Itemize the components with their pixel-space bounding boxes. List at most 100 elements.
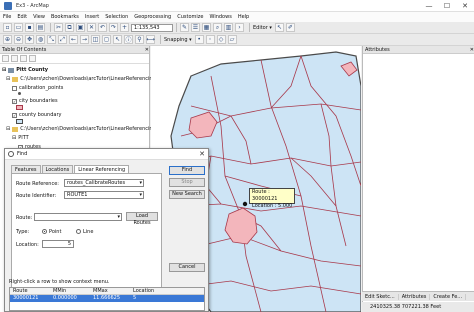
search-icon[interactable]: ⌕ <box>213 23 222 32</box>
menu-bookmarks[interactable]: Bookmarks <box>48 14 82 20</box>
line-radio[interactable] <box>76 229 81 234</box>
add-data-icon[interactable]: + <box>120 23 129 32</box>
route-identifier-select[interactable]: ROUTE1 ▾ <box>64 191 144 199</box>
layer-visibility-checkbox[interactable]: ✓ <box>12 98 17 104</box>
snap-vertex-icon[interactable]: ◇ <box>216 35 226 44</box>
map-scale-input[interactable]: 1:135,543 <box>131 23 173 32</box>
clear-selection-icon[interactable]: ◻ <box>102 35 111 44</box>
list-by-selection-icon[interactable] <box>29 55 36 62</box>
redo-icon[interactable]: ↷ <box>109 23 118 32</box>
list-by-visibility-icon[interactable] <box>20 55 27 62</box>
attributes-close-icon[interactable]: ✕ <box>470 46 474 53</box>
cancel-button[interactable]: Cancel <box>169 263 205 272</box>
column-header-mmax[interactable]: MMax <box>90 288 130 294</box>
toc-icon[interactable]: ☰ <box>191 23 200 32</box>
fixed-zoom-in-icon[interactable]: ⤡ <box>47 35 56 44</box>
paste-icon[interactable]: ▣ <box>76 23 85 32</box>
next-extent-icon[interactable]: → <box>80 35 89 44</box>
fixed-zoom-out-icon[interactable]: ⤢ <box>58 35 67 44</box>
point-radio[interactable] <box>42 229 47 234</box>
measure-icon[interactable]: ⟷ <box>146 35 155 44</box>
attributes-title: Attributes <box>365 47 390 53</box>
find-icon[interactable]: ⚲ <box>135 35 144 44</box>
undo-icon[interactable]: ↶ <box>98 23 107 32</box>
toc-group-pitt[interactable]: ⊟ PITT <box>12 135 29 141</box>
menu-geoprocessing[interactable]: Geoprocessing <box>131 14 174 20</box>
minimize-icon[interactable]: — <box>420 0 438 12</box>
menu-file[interactable]: File <box>0 14 14 20</box>
cell-mmin: 0.000000 <box>53 295 77 301</box>
tab-edit-sketch[interactable]: Edit Sketc... <box>362 293 399 300</box>
route-identifier-label: Route Identifier: <box>16 193 57 199</box>
column-header-route[interactable]: Route <box>10 288 50 294</box>
maximize-icon[interactable]: ☐ <box>438 0 456 12</box>
find-dialog-title-bar[interactable]: Find <box>5 149 208 160</box>
catalog-icon[interactable]: ▦ <box>202 23 211 32</box>
located-route-point[interactable] <box>242 201 248 207</box>
menu-selection[interactable]: Selection <box>102 14 131 20</box>
layer-visibility-checkbox[interactable] <box>12 85 17 91</box>
layer-visibility-checkbox[interactable]: ✓ <box>12 112 17 118</box>
identify-icon[interactable]: ⓘ <box>124 35 133 44</box>
snapping-menu[interactable]: Snapping ▾ <box>164 37 192 43</box>
column-header-mmin[interactable]: MMin <box>50 288 90 294</box>
close-icon[interactable]: ✕ <box>456 0 474 12</box>
toc-source-folder[interactable]: ⊟ C:\Users\zchen\Downloads\arcTutor\Line… <box>6 126 153 132</box>
new-document-icon[interactable]: ▫ <box>3 23 12 32</box>
toc-source-folder[interactable]: ⊟ C:\Users\zchen\Downloads\arcTutor\Line… <box>6 76 153 82</box>
expand-icon[interactable]: ⊟ <box>6 126 10 132</box>
table-row[interactable]: 30000121 0.000000 11.666625 5 <box>10 295 204 302</box>
menu-help[interactable]: Help <box>235 14 252 20</box>
full-extent-icon[interactable]: ◍ <box>36 35 45 44</box>
zoom-in-icon[interactable]: ⊕ <box>3 35 12 44</box>
toc-layer-county-boundary[interactable]: ✓ county boundary <box>12 112 61 118</box>
menu-customize[interactable]: Customize <box>174 14 206 20</box>
print-icon[interactable]: ▤ <box>36 23 45 32</box>
zoom-out-icon[interactable]: ⊖ <box>14 35 23 44</box>
previous-extent-icon[interactable]: ← <box>69 35 78 44</box>
menu-edit[interactable]: Edit <box>14 14 30 20</box>
toc-layer-city-boundaries[interactable]: ✓ city boundaries <box>12 98 58 104</box>
snap-end-icon[interactable]: ◦ <box>205 35 215 44</box>
location-input[interactable]: 5 <box>42 240 74 248</box>
toc-layer-calibration-points[interactable]: calibration_points <box>12 85 63 91</box>
tab-attributes[interactable]: Attributes <box>399 293 431 300</box>
toc-close-icon[interactable]: ✕ <box>145 46 149 53</box>
open-icon[interactable]: ▭ <box>14 23 23 32</box>
editor-toolbar-icon[interactable]: ✎ <box>180 23 189 32</box>
menu-insert[interactable]: Insert <box>82 14 102 20</box>
route-reference-select[interactable]: routes_CalibrateRoutes ▾ <box>64 179 144 187</box>
route-select[interactable]: ▾ <box>34 213 122 221</box>
select-elements-icon[interactable]: ↖ <box>113 35 122 44</box>
menu-windows[interactable]: Windows <box>206 14 234 20</box>
tab-create-features[interactable]: Create Fe... <box>430 293 467 300</box>
delete-icon[interactable]: ✕ <box>87 23 96 32</box>
save-icon[interactable]: ▪ <box>25 23 34 32</box>
cell-mmax: 11.666625 <box>93 295 121 301</box>
snap-point-icon[interactable]: • <box>194 35 204 44</box>
arctoolbox-icon[interactable]: ▥ <box>224 23 233 32</box>
sketch-tool-icon[interactable]: ✐ <box>285 23 295 32</box>
list-by-drawing-order-icon[interactable] <box>2 55 9 62</box>
stop-button[interactable]: Stop <box>169 178 205 187</box>
editor-menu[interactable]: Editor ▾ <box>253 25 272 31</box>
edit-tool-icon[interactable]: ↖ <box>274 23 284 32</box>
expand-icon[interactable]: ⊟ <box>6 76 10 82</box>
load-routes-button[interactable]: Load Routes <box>126 212 158 226</box>
cut-icon[interactable]: ✂ <box>54 23 63 32</box>
cell-route: 30000121 <box>13 295 39 301</box>
pan-icon[interactable]: ✥ <box>25 35 34 44</box>
new-search-button[interactable]: New Search <box>169 190 205 199</box>
close-icon[interactable]: ✕ <box>199 150 205 158</box>
toc-dataframe[interactable]: ⊟ Pitt County <box>2 67 48 73</box>
list-by-source-icon[interactable] <box>11 55 18 62</box>
snap-edge-icon[interactable]: ▱ <box>227 35 237 44</box>
column-header-location[interactable]: Location <box>130 288 170 294</box>
menu-view[interactable]: View <box>30 14 48 20</box>
find-button[interactable]: Find <box>169 166 205 175</box>
expand-icon[interactable]: ⊟ <box>2 67 6 73</box>
expand-icon[interactable]: ⊟ <box>12 135 16 141</box>
python-icon[interactable]: › <box>235 23 244 32</box>
copy-icon[interactable]: ⧉ <box>65 23 74 32</box>
select-features-icon[interactable]: ◫ <box>91 35 100 44</box>
